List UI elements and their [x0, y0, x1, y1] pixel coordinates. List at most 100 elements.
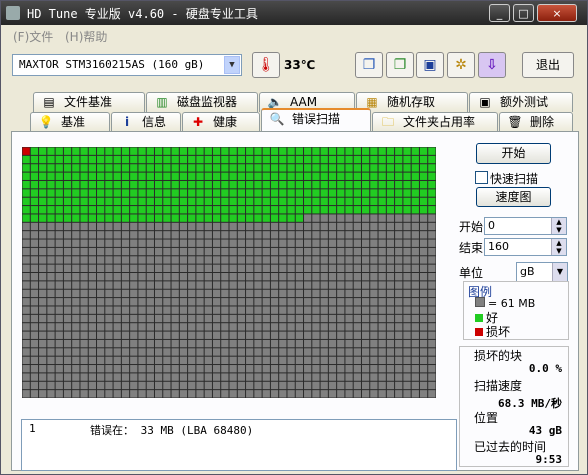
- scan-block-good: [154, 164, 163, 172]
- exit-button[interactable]: 退出: [522, 52, 574, 78]
- unit-select[interactable]: gB ▼: [516, 262, 568, 282]
- menu-help[interactable]: (H)帮助: [65, 28, 107, 45]
- quick-scan-checkbox[interactable]: [475, 171, 488, 184]
- scan-block-good: [353, 147, 361, 155]
- start-input[interactable]: 0 ▲ ▼: [484, 217, 567, 235]
- scan-block-untested: [295, 273, 304, 281]
- minimize-button[interactable]: _: [489, 4, 510, 22]
- scan-block-untested: [279, 348, 287, 356]
- scan-block-untested: [411, 331, 419, 339]
- scan-block-untested: [130, 239, 138, 247]
- options-button[interactable]: ✲: [447, 52, 475, 78]
- close-button[interactable]: ×: [537, 4, 577, 22]
- tab-health[interactable]: ✚ 健康: [182, 112, 260, 132]
- scan-block-untested: [237, 356, 246, 365]
- scan-block-good: [353, 155, 361, 164]
- quick-scan-option[interactable]: 快速扫描: [475, 170, 538, 187]
- scan-block-untested: [386, 289, 395, 298]
- scan-block-untested: [204, 339, 212, 348]
- scan-block-good: [254, 180, 262, 189]
- scan-block-good: [386, 155, 395, 164]
- scan-block-good: [320, 197, 328, 206]
- scan-block-untested: [130, 339, 138, 348]
- save-button[interactable]: ▣: [416, 52, 444, 78]
- temperature-button[interactable]: 🌡: [252, 52, 280, 78]
- scan-block-good: [378, 172, 386, 180]
- tab-info[interactable]: i 信息: [111, 112, 181, 132]
- tab-folder-usage[interactable]: 🗀 文件夹占用率: [372, 112, 498, 132]
- scan-block-untested: [386, 222, 395, 231]
- scan-block-good: [179, 172, 188, 180]
- scan-block-untested: [221, 264, 229, 272]
- scan-block-untested: [221, 381, 229, 390]
- scan-block-good: [237, 214, 246, 222]
- scan-block-untested: [246, 281, 254, 289]
- scan-block-good: [378, 180, 386, 189]
- scan-block-untested: [395, 373, 403, 381]
- scan-block-untested: [80, 390, 88, 398]
- scan-block-untested: [171, 306, 179, 314]
- scan-block-untested: [196, 314, 204, 323]
- tab-error-scan[interactable]: 🔍 错误扫描: [261, 108, 371, 131]
- scan-block-good: [270, 147, 279, 155]
- tab-disk-monitor[interactable]: ▥ 磁盘监视器: [146, 92, 258, 112]
- scan-block-untested: [370, 373, 378, 381]
- drive-select[interactable]: MAXTOR STM3160215AS (160 gB) ▼: [12, 54, 242, 76]
- download-button[interactable]: ⇩: [478, 52, 506, 78]
- scan-block-good: [55, 189, 63, 197]
- scan-block-untested: [428, 247, 436, 256]
- spin-buttons[interactable]: ▲ ▼: [551, 239, 566, 255]
- scan-block-untested: [55, 381, 63, 390]
- chevron-down-icon[interactable]: ▼: [552, 263, 567, 281]
- scan-block-good: [403, 197, 411, 206]
- scan-block-good: [188, 197, 196, 206]
- scan-block-untested: [287, 323, 295, 331]
- scan-block-good: [138, 164, 146, 172]
- tab-random-access[interactable]: ▦ 随机存取: [356, 92, 468, 112]
- scan-block-untested: [403, 231, 411, 239]
- scan-block-untested: [80, 314, 88, 323]
- chevron-down-icon[interactable]: ▼: [224, 56, 240, 74]
- scan-block-untested: [229, 373, 237, 381]
- scan-block-untested: [403, 381, 411, 390]
- scan-block-untested: [121, 365, 130, 373]
- scan-block-good: [378, 155, 386, 164]
- copy-text-button[interactable]: ❐: [355, 52, 383, 78]
- scan-block-untested: [154, 273, 163, 281]
- scan-block-good: [55, 180, 63, 189]
- title-bar[interactable]: HD Tune 专业版 v4.60 - 硬盘专业工具 _ □ ×: [1, 1, 587, 25]
- scan-block-good: [55, 214, 63, 222]
- scan-block-untested: [105, 365, 113, 373]
- scan-block-good: [63, 147, 72, 155]
- tab-file-benchmark[interactable]: ▤ 文件基准: [33, 92, 145, 112]
- speed-map-button[interactable]: 速度图: [476, 187, 551, 207]
- tab-erase[interactable]: 🗑 删除: [499, 112, 573, 132]
- tab-benchmark[interactable]: 💡 基准: [30, 112, 110, 132]
- scan-block-untested: [55, 298, 63, 306]
- scan-block-good: [55, 164, 63, 172]
- tab-extra-tests[interactable]: ▣ 额外测试: [469, 92, 573, 112]
- scan-block-untested: [361, 365, 370, 373]
- copy-screenshot-button[interactable]: ❐: [386, 52, 414, 78]
- end-input[interactable]: 160 ▲ ▼: [484, 238, 567, 256]
- scan-block-untested: [295, 231, 304, 239]
- menu-file[interactable]: (F)文件: [13, 28, 53, 45]
- spin-buttons[interactable]: ▲ ▼: [551, 218, 566, 234]
- scan-block-untested: [154, 331, 163, 339]
- scan-block-untested: [395, 365, 403, 373]
- scan-block-untested: [246, 365, 254, 373]
- error-log[interactable]: 1 错误在： 33 MB (LBA 68480): [21, 419, 457, 471]
- scan-block-untested: [80, 306, 88, 314]
- maximize-button[interactable]: □: [513, 4, 534, 22]
- scan-block-untested: [22, 239, 30, 247]
- scan-block-untested: [179, 231, 188, 239]
- scan-block-untested: [179, 264, 188, 272]
- scan-block-untested: [105, 339, 113, 348]
- scan-block-good: [328, 189, 337, 197]
- scan-block-untested: [403, 214, 411, 222]
- scan-block-untested: [328, 373, 337, 381]
- start-scan-button[interactable]: 开始: [476, 143, 551, 164]
- scan-block-untested: [105, 231, 113, 239]
- scan-block-untested: [146, 339, 154, 348]
- scan-block-untested: [270, 314, 279, 323]
